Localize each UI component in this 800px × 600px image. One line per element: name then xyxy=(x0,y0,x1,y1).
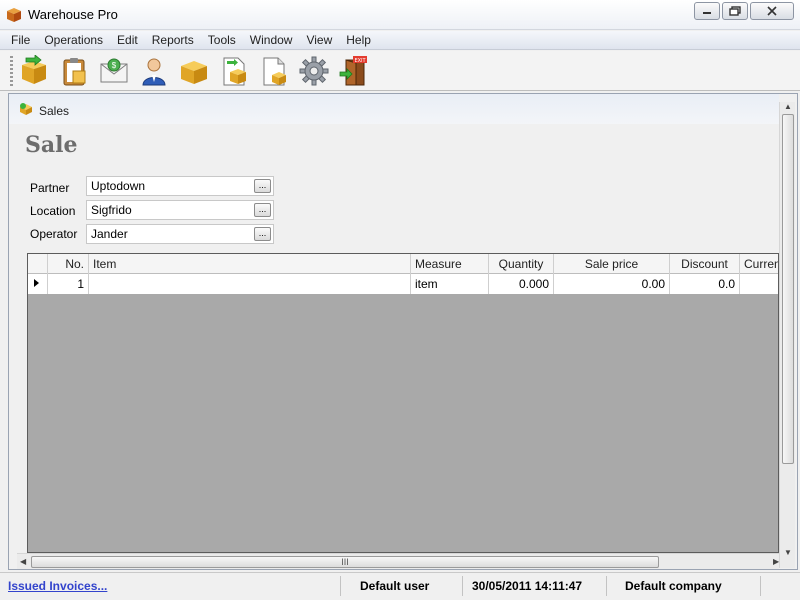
user-icon xyxy=(142,58,166,86)
scroll-right-icon[interactable]: ▶ xyxy=(773,557,779,566)
status-company: Default company xyxy=(625,579,722,593)
menu-view[interactable]: View xyxy=(299,33,339,47)
window-title: Warehouse Pro xyxy=(28,7,118,22)
column-currency[interactable]: Currency xyxy=(740,254,778,274)
column-discount[interactable]: Discount xyxy=(670,254,740,274)
cell-discount[interactable]: 0.0 xyxy=(670,274,740,294)
scroll-down-icon[interactable]: ▼ xyxy=(784,548,792,557)
grid-header: No. Item Measure Quantity Sale price Dis… xyxy=(28,254,778,274)
menu-edit[interactable]: Edit xyxy=(110,33,145,47)
horizontal-scrollbar[interactable]: ◀ III ▶ xyxy=(17,553,779,569)
document-box-icon xyxy=(223,57,246,86)
cell-measure[interactable]: item xyxy=(411,274,489,294)
toolbar-users-button[interactable] xyxy=(137,55,171,87)
sales-icon xyxy=(20,103,32,115)
cell-sale-price[interactable]: 0.00 xyxy=(554,274,670,294)
toolbar-exit-button[interactable]: EXIT xyxy=(337,55,371,87)
toolbar-document-button[interactable] xyxy=(257,55,291,87)
column-item[interactable]: Item xyxy=(89,254,411,274)
partner-field[interactable]: Uptodown ... xyxy=(86,176,274,196)
status-divider xyxy=(462,576,463,596)
row-header-column xyxy=(28,254,48,274)
toolbar-receipt-button[interactable] xyxy=(217,55,251,87)
column-quantity[interactable]: Quantity xyxy=(489,254,554,274)
menu-window[interactable]: Window xyxy=(243,33,300,47)
issued-invoices-link[interactable]: Issued Invoices... xyxy=(8,577,107,597)
envelope-icon: $ xyxy=(100,58,128,83)
cell-currency[interactable] xyxy=(740,274,778,294)
column-sale-price[interactable]: Sale price xyxy=(554,254,670,274)
menu-bar: File Operations Edit Reports Tools Windo… xyxy=(0,31,800,50)
operator-browse-button[interactable]: ... xyxy=(254,227,271,241)
box-green-arrow-icon xyxy=(22,55,46,84)
toolbar-purchase-button[interactable] xyxy=(17,55,51,87)
status-divider xyxy=(606,576,607,596)
gear-icon xyxy=(299,56,329,86)
menu-help[interactable]: Help xyxy=(339,33,378,47)
sales-window: Sales ▲ ▼ Sale Partner Uptodown ... Loca… xyxy=(8,93,798,570)
minimize-icon xyxy=(703,12,711,14)
location-label: Location xyxy=(30,204,76,218)
partner-browse-button[interactable]: ... xyxy=(254,179,271,193)
scroll-up-icon[interactable]: ▲ xyxy=(784,102,792,111)
column-measure[interactable]: Measure xyxy=(411,254,489,274)
restore-icon xyxy=(729,6,741,16)
menu-tools[interactable]: Tools xyxy=(201,33,243,47)
svg-text:EXIT: EXIT xyxy=(354,58,366,64)
exit-door-icon: EXIT xyxy=(339,56,367,86)
page-title: Sale xyxy=(25,132,78,158)
menu-reports[interactable]: Reports xyxy=(145,33,201,47)
scroll-left-icon[interactable]: ◀ xyxy=(20,557,26,566)
cell-no[interactable]: 1 xyxy=(48,274,89,294)
operator-field[interactable]: Jander ... xyxy=(86,224,274,244)
clipboard-icon xyxy=(63,58,86,86)
items-grid[interactable]: No. Item Measure Quantity Sale price Dis… xyxy=(27,253,779,553)
operator-label: Operator xyxy=(30,227,78,241)
status-divider xyxy=(340,576,341,596)
menu-operations[interactable]: Operations xyxy=(37,33,110,47)
svg-text:$: $ xyxy=(112,61,117,70)
vertical-scrollbar[interactable]: ▲ ▼ xyxy=(779,102,795,568)
status-datetime: 30/05/2011 14:11:47 xyxy=(472,579,583,593)
status-bar: Issued Invoices... Default user 30/05/20… xyxy=(0,572,800,600)
operator-value: Jander xyxy=(91,227,128,241)
status-divider xyxy=(760,576,761,596)
maximize-button[interactable] xyxy=(722,2,748,20)
toolbar-clipboard-button[interactable] xyxy=(57,55,91,87)
toolbar-grip[interactable] xyxy=(10,56,13,86)
close-button[interactable] xyxy=(750,2,794,20)
table-row[interactable]: 1 item 0.000 0.00 0.0 xyxy=(28,274,778,294)
location-field[interactable]: Sigfrido ... xyxy=(86,200,274,220)
sales-window-header: Sales xyxy=(9,94,779,124)
horizontal-scroll-thumb[interactable]: III xyxy=(31,556,659,568)
partner-label: Partner xyxy=(30,181,70,195)
location-browse-button[interactable]: ... xyxy=(254,203,271,217)
toolbar-mail-button[interactable]: $ xyxy=(97,55,131,87)
vertical-scroll-thumb[interactable] xyxy=(782,114,794,464)
menu-file[interactable]: File xyxy=(4,33,37,47)
status-user: Default user xyxy=(360,579,430,593)
cell-quantity[interactable]: 0.000 xyxy=(489,274,554,294)
title-bar: Warehouse Pro xyxy=(0,0,800,30)
window-controls xyxy=(692,2,794,20)
toolbar-products-button[interactable] xyxy=(177,55,211,87)
row-pointer-icon xyxy=(34,279,39,287)
document-icon xyxy=(263,57,286,86)
column-no[interactable]: No. xyxy=(48,254,89,274)
partner-value: Uptodown xyxy=(91,179,146,193)
sales-window-label: Sales xyxy=(39,104,70,118)
app-icon xyxy=(7,8,21,22)
location-value: Sigfrido xyxy=(91,203,132,217)
current-row-indicator xyxy=(28,274,48,294)
minimize-button[interactable] xyxy=(694,2,720,20)
toolbar: $ EXIT xyxy=(0,51,800,91)
close-icon xyxy=(767,6,777,16)
box-icon xyxy=(181,61,207,84)
toolbar-settings-button[interactable] xyxy=(297,55,331,87)
cell-item[interactable] xyxy=(89,274,411,294)
